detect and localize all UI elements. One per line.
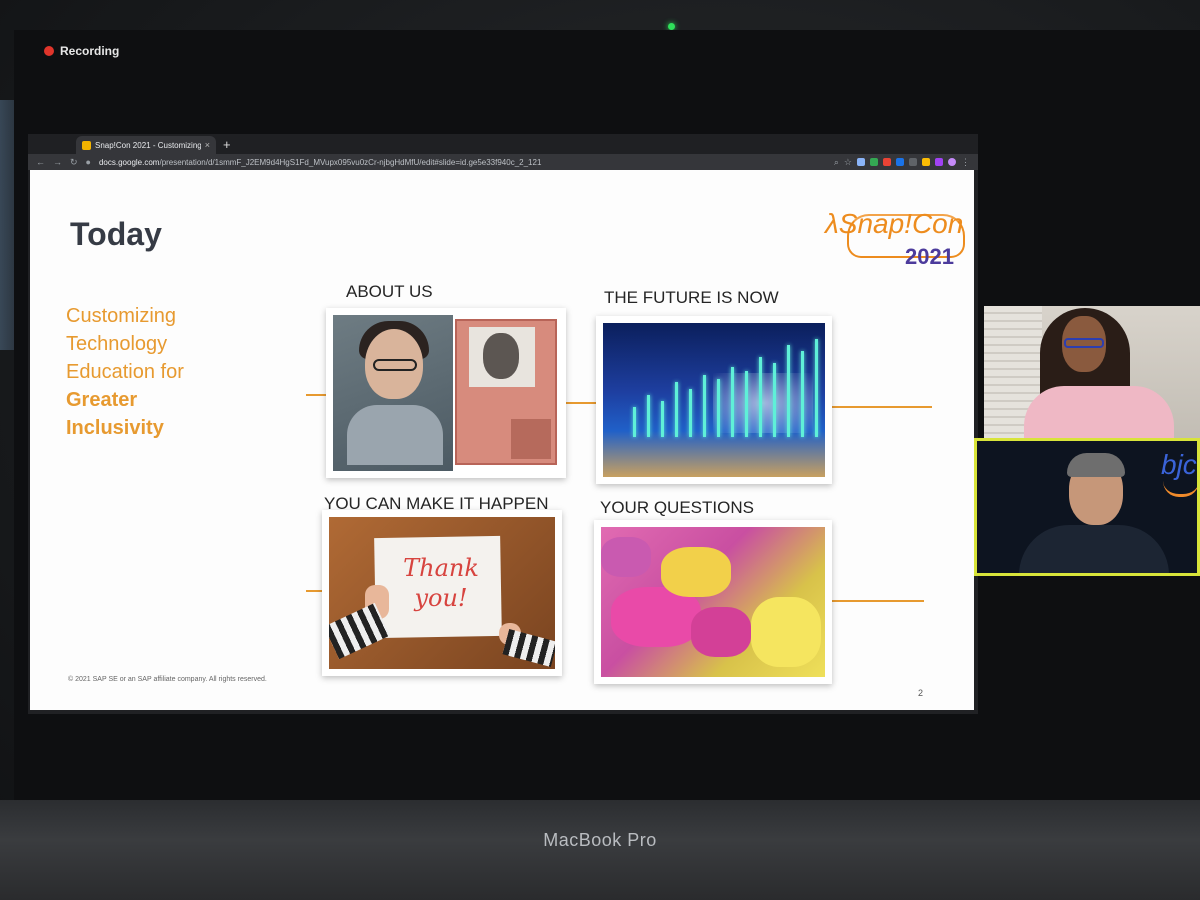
tab-close-icon[interactable]: ×	[205, 140, 210, 150]
speaker-body	[1019, 525, 1169, 573]
speaker-hair	[1067, 453, 1125, 477]
thank-you-photo: Thank you!	[322, 510, 562, 676]
extension-icon[interactable]	[935, 158, 943, 166]
browser-window: Snap!Con 2021 - Customizing × + ← → ↻ ● …	[28, 134, 978, 714]
subtitle-line: Technology	[66, 333, 168, 355]
passport-face	[483, 333, 519, 379]
quadrant-label-about-us: ABOUT US	[346, 282, 433, 301]
back-icon[interactable]: ←	[36, 157, 45, 167]
data-bar	[675, 382, 678, 437]
connector-line	[306, 394, 326, 396]
data-bar	[689, 389, 692, 437]
data-bar	[773, 363, 776, 437]
menu-dots-icon[interactable]: ⋮	[961, 157, 970, 168]
quadrant-label-questions: YOUR QUESTIONS	[600, 498, 754, 517]
portrait-glasses	[373, 359, 417, 371]
data-bar	[759, 357, 762, 437]
data-bar	[717, 379, 720, 437]
extensions-toolbar: ⌕ ☆ ⋮	[834, 157, 970, 168]
participant-clothing	[1024, 386, 1174, 440]
recording-label: Recording	[60, 44, 120, 58]
recording-indicator[interactable]: Recording	[44, 44, 119, 58]
slide-subtitle: Customizing Technology Education for Gre…	[66, 302, 266, 442]
recording-dot-icon	[44, 46, 54, 56]
striped-sleeve	[502, 628, 555, 668]
connector-line	[832, 406, 932, 408]
tab-title: Snap!Con 2021 - Customizing	[95, 140, 201, 150]
bjc-logo: bjc	[1161, 449, 1197, 480]
device-brand-label: MacBook Pro	[543, 830, 657, 850]
thank-you-text: Thank you!	[403, 554, 479, 612]
url-path: /presentation/d/1smmF_J2EM9d4HgS1Fd_MVup…	[159, 157, 542, 167]
bookmark-star-icon[interactable]: ☆	[844, 157, 852, 168]
lock-icon: ●	[85, 157, 91, 167]
tab-slides[interactable]: Snap!Con 2021 - Customizing ×	[76, 136, 216, 154]
questions-image	[601, 527, 825, 677]
data-bar	[745, 371, 748, 437]
about-us-photo	[326, 308, 566, 478]
logo-text: λSnap!Con	[825, 208, 964, 239]
extension-icon[interactable]	[870, 158, 878, 166]
forward-icon[interactable]: →	[53, 157, 62, 167]
participant-video-1[interactable]	[984, 306, 1200, 440]
extension-icon[interactable]	[909, 158, 917, 166]
slides-favicon-icon	[82, 140, 91, 150]
data-bar	[661, 401, 664, 437]
about-us-image	[333, 315, 559, 471]
url-field[interactable]: docs.google.com/presentation/d/1smmF_J2E…	[99, 158, 826, 167]
data-bar	[801, 351, 804, 437]
painted-hand	[751, 597, 821, 667]
quadrant-label-future: THE FUTURE IS NOW	[604, 288, 779, 307]
reload-icon[interactable]: ↻	[70, 157, 78, 168]
snapcon-logo: λSnap!Con 2021	[825, 208, 975, 278]
painted-hand	[661, 547, 731, 597]
slide-page-number: 2	[918, 688, 924, 698]
subtitle-line: Greater	[66, 389, 138, 411]
questions-photo	[594, 520, 832, 684]
logo-year: 2021	[905, 244, 954, 269]
data-bar	[633, 407, 636, 437]
extension-icon[interactable]	[896, 158, 904, 166]
connector-line	[830, 600, 924, 602]
bjc-smile-icon	[1163, 481, 1197, 497]
data-bar	[787, 345, 790, 437]
url-host: docs.google.com	[98, 157, 160, 167]
tab-bar: Snap!Con 2021 - Customizing × +	[28, 134, 978, 154]
future-photo	[596, 316, 832, 484]
copyright-footer: © 2021 SAP SE or an SAP affiliate compan…	[68, 676, 267, 683]
subtitle-line: Education for	[66, 361, 184, 383]
passport-stamp	[511, 419, 551, 459]
thank-you-image: Thank you!	[329, 517, 555, 669]
participant-glasses	[1064, 338, 1104, 348]
camera-indicator	[668, 23, 675, 30]
new-tab-button[interactable]: +	[223, 137, 231, 152]
subtitle-line: Inclusivity	[66, 417, 164, 439]
presentation-slide: Today λSnap!Con 2021 Customizing Technol…	[30, 170, 974, 710]
data-bar	[815, 339, 818, 437]
light-glow	[713, 373, 813, 433]
painted-hand	[601, 537, 651, 577]
connector-line	[566, 402, 598, 404]
extension-icon[interactable]	[922, 158, 930, 166]
extension-icon[interactable]	[857, 158, 865, 166]
zoom-icon[interactable]: ⌕	[834, 157, 839, 168]
painted-hand	[691, 607, 751, 657]
subtitle-line: Customizing	[66, 305, 177, 327]
future-image	[603, 323, 825, 477]
data-bar	[731, 367, 734, 437]
data-bar	[647, 395, 650, 437]
extension-icon[interactable]	[883, 158, 891, 166]
portrait-shirt	[347, 405, 443, 465]
slide-title: Today	[70, 216, 162, 252]
profile-avatar[interactable]	[948, 158, 956, 166]
active-speaker-video[interactable]: bjc	[974, 438, 1200, 576]
data-bar	[703, 375, 706, 437]
address-bar: ← → ↻ ● docs.google.com/presentation/d/1…	[28, 154, 978, 170]
